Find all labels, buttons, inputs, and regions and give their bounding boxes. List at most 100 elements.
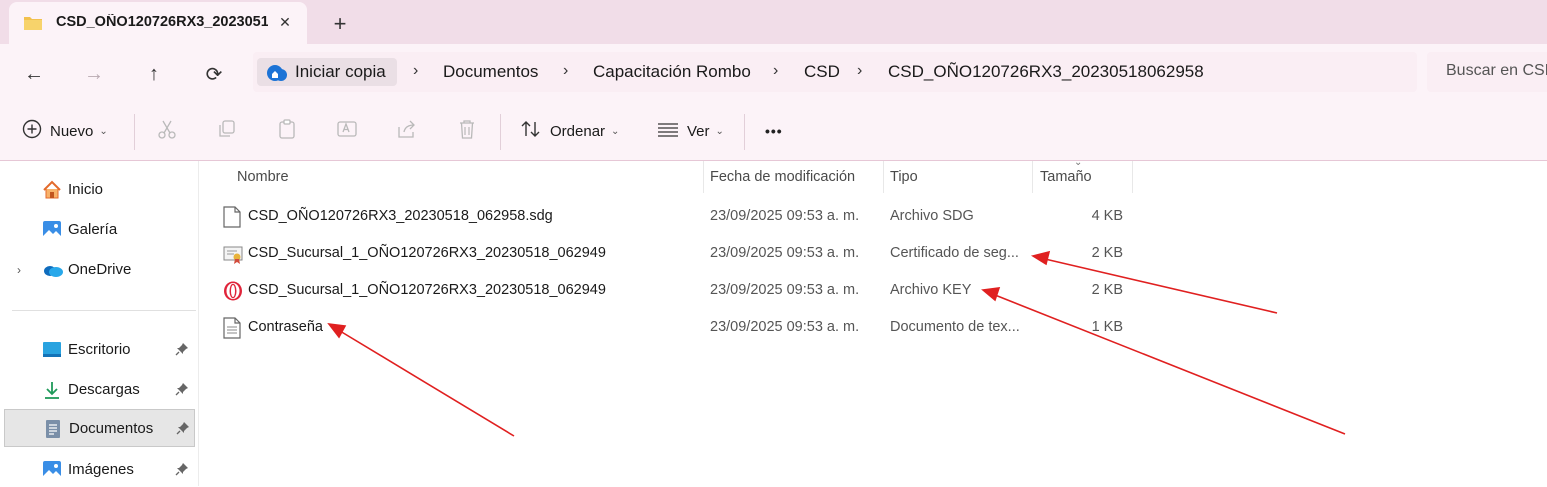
column-resize-handle[interactable] — [703, 161, 704, 193]
sort-button[interactable]: Ordenar ⌄ — [520, 116, 619, 146]
plus-circle-icon — [22, 119, 42, 144]
file-size: 2 KB — [1091, 282, 1123, 298]
documents-icon — [43, 419, 63, 439]
file-type: Certificado de seg... — [890, 245, 1019, 261]
command-bar: Nuevo ⌄ Ordenar ⌄ Ver ⌄ ••• — [0, 102, 1547, 161]
sidebar-item-inicio[interactable]: Inicio — [0, 171, 198, 207]
opera-key-icon — [223, 280, 243, 307]
column-header-type[interactable]: Tipo — [890, 169, 918, 185]
column-headers: Nombre Fecha de modificación Tipo ⌄ Tama… — [199, 157, 1547, 197]
arrow-left-icon: ← — [24, 62, 44, 85]
search-input[interactable]: Buscar en CSD — [1427, 52, 1547, 92]
paste-button[interactable] — [276, 116, 298, 146]
breadcrumb-separator: › — [563, 62, 569, 79]
column-resize-handle[interactable] — [1132, 161, 1133, 193]
tab-title: CSD_OÑO120726RX3_20230518062958 — [56, 14, 268, 30]
file-type: Archivo KEY — [890, 282, 972, 298]
download-icon — [42, 380, 62, 400]
folder-icon — [23, 15, 43, 36]
desktop-icon — [42, 340, 62, 360]
divider — [12, 310, 196, 311]
sidebar-item-label: Imágenes — [68, 461, 134, 478]
plus-icon: + — [333, 11, 347, 36]
file-row[interactable]: CSD_Sucursal_1_OÑO120726RX3_20230518_062… — [199, 273, 1547, 309]
trash-icon — [456, 118, 478, 145]
divider — [134, 114, 135, 150]
column-header-size[interactable]: Tamaño — [1040, 169, 1092, 185]
column-resize-handle[interactable] — [1032, 161, 1033, 193]
cloud-home-icon — [265, 63, 289, 88]
copy-button[interactable] — [216, 116, 238, 146]
breadcrumb-capacitacion[interactable]: Capacitación Rombo — [593, 62, 751, 82]
rename-icon — [336, 118, 358, 145]
sidebar-item-escritorio[interactable]: Escritorio — [0, 331, 198, 367]
file-date: 23/09/2025 09:53 a. m. — [710, 319, 860, 335]
file-type: Archivo SDG — [890, 208, 974, 224]
blank-file-icon — [223, 206, 241, 233]
new-button[interactable]: Nuevo ⌄ — [22, 116, 108, 146]
sidebar-item-onedrive[interactable]: › OneDrive — [0, 251, 198, 287]
column-resize-handle[interactable] — [883, 161, 884, 193]
sidebar-item-imagenes[interactable]: Imágenes — [0, 451, 198, 487]
file-row[interactable]: CSD_OÑO120726RX3_20230518_062958.sdg 23/… — [199, 199, 1547, 235]
column-header-name[interactable]: Nombre — [237, 169, 289, 185]
sidebar-item-label: Galería — [68, 221, 118, 238]
file-row[interactable]: Contraseña 23/09/2025 09:53 a. m. Docume… — [199, 310, 1547, 346]
sort-indicator-icon: ⌄ — [1074, 157, 1083, 168]
breadcrumb-separator: › — [413, 62, 419, 79]
sort-icon — [520, 118, 542, 145]
sidebar-item-descargas[interactable]: Descargas — [0, 371, 198, 407]
scissors-icon — [156, 118, 178, 145]
clipboard-icon — [276, 118, 298, 145]
close-tab-button[interactable]: ✕ — [274, 11, 296, 33]
up-button[interactable]: ↑ — [140, 60, 168, 88]
pin-icon[interactable] — [176, 421, 190, 440]
delete-button[interactable] — [456, 116, 478, 146]
file-size: 4 KB — [1091, 208, 1123, 224]
pictures-icon — [42, 460, 62, 480]
sidebar-item-galeria[interactable]: Galería — [0, 211, 198, 247]
sidebar-item-label: Documentos — [69, 420, 154, 437]
file-date: 23/09/2025 09:53 a. m. — [710, 282, 860, 298]
refresh-button[interactable]: ⟳ — [200, 60, 228, 88]
file-type: Documento de tex... — [890, 319, 1020, 335]
pin-icon[interactable] — [175, 462, 189, 481]
file-name: CSD_OÑO120726RX3_20230518_062958.sdg — [248, 208, 553, 224]
cut-button[interactable] — [156, 116, 178, 146]
new-tab-button[interactable]: + — [326, 10, 354, 38]
file-name: CSD_Sucursal_1_OÑO120726RX3_20230518_062… — [248, 245, 606, 261]
view-lines-icon — [657, 118, 679, 145]
sort-button-label: Ordenar — [550, 122, 606, 140]
sidebar-item-label: Escritorio — [68, 341, 131, 358]
breadcrumb-separator: › — [773, 62, 779, 79]
more-options-button[interactable]: ••• — [765, 116, 783, 146]
breadcrumb-current-folder[interactable]: CSD_OÑO120726RX3_20230518062958 — [888, 62, 1204, 82]
share-button[interactable] — [396, 116, 418, 146]
file-date: 23/09/2025 09:53 a. m. — [710, 208, 860, 224]
sidebar-item-documentos[interactable]: Documentos — [4, 409, 195, 447]
file-name: Contraseña — [248, 319, 323, 335]
sidebar-item-label: OneDrive — [68, 261, 132, 278]
view-button[interactable]: Ver ⌄ — [657, 116, 724, 146]
more-icon: ••• — [765, 123, 783, 139]
rename-button[interactable] — [336, 116, 358, 146]
new-button-label: Nuevo — [50, 122, 94, 140]
address-row: ← → ↑ ⟳ Iniciar copia › Documentos › Cap… — [0, 44, 1547, 102]
forward-button[interactable]: → — [80, 60, 108, 88]
column-header-date[interactable]: Fecha de modificación — [710, 169, 855, 185]
back-button[interactable]: ← — [20, 60, 48, 88]
breadcrumb-documentos[interactable]: Documentos — [443, 62, 538, 82]
search-placeholder: Buscar en CSD — [1446, 62, 1547, 79]
chevron-down-icon: ⌄ — [99, 125, 108, 137]
file-size: 2 KB — [1091, 245, 1123, 261]
breadcrumb-csd[interactable]: CSD — [804, 62, 840, 82]
chevron-right-icon[interactable]: › — [17, 263, 21, 277]
breadcrumb-home[interactable]: Iniciar copia — [257, 58, 397, 86]
address-bar[interactable]: Iniciar copia › Documentos › Capacitació… — [253, 52, 1417, 92]
file-size: 1 KB — [1091, 319, 1123, 335]
pin-icon[interactable] — [175, 382, 189, 401]
breadcrumb-home-label: Iniciar copia — [295, 62, 386, 81]
pin-icon[interactable] — [175, 342, 189, 361]
tab-active[interactable]: CSD_OÑO120726RX3_20230518062958 ✕ — [9, 2, 307, 44]
file-row[interactable]: CSD_Sucursal_1_OÑO120726RX3_20230518_062… — [199, 236, 1547, 272]
